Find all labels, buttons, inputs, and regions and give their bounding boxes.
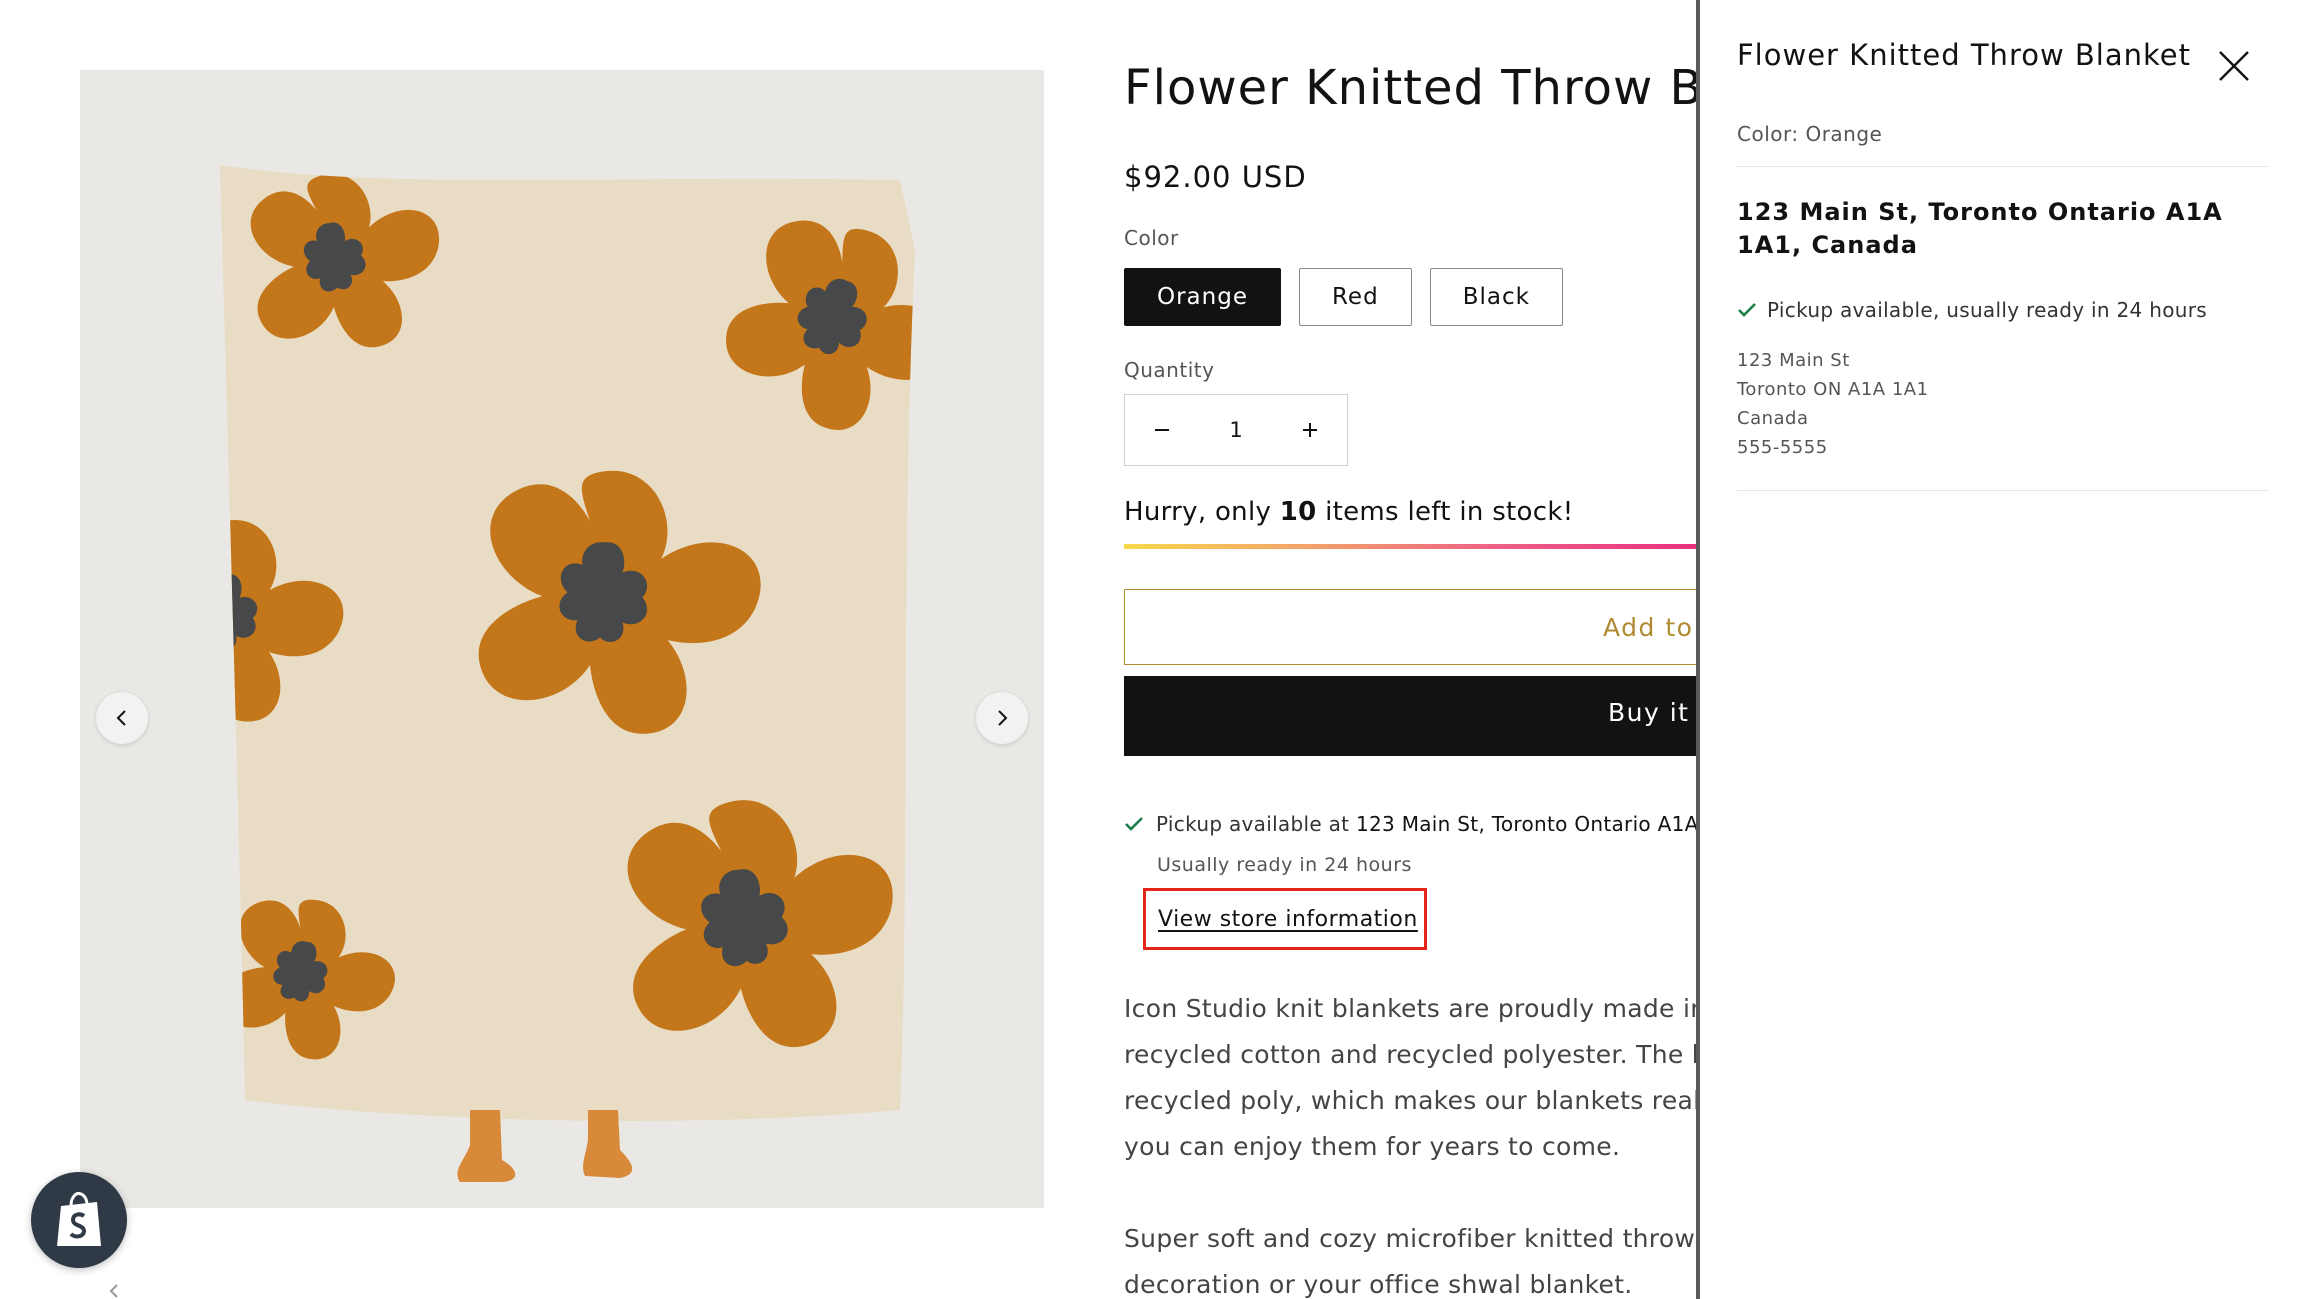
color-label: Color (1124, 226, 1179, 250)
minus-icon (1155, 429, 1169, 431)
description-line: you can enjoy them for years to come. (1124, 1132, 1621, 1161)
stock-progress-fill (1124, 544, 1698, 549)
address-line: 123 Main St (1737, 350, 1850, 371)
store-information-drawer: Flower Knitted Throw Blanket Color: Oran… (1700, 0, 2304, 1299)
quantity-increase-button[interactable] (1273, 395, 1347, 465)
description-line: Icon Studio knit blankets are proudly ma… (1124, 994, 1700, 1023)
previous-image-button[interactable] (96, 692, 148, 744)
quantity-decrease-button[interactable] (1125, 395, 1199, 465)
drawer-address-block: 123 Main St Toronto ON A1A 1A1 Canada 55… (1737, 346, 1929, 462)
view-store-information-link[interactable]: View store information (1158, 907, 1418, 932)
checkmark-icon (1125, 817, 1143, 831)
product-image-gallery (80, 70, 1044, 1208)
color-option-orange[interactable]: Orange (1124, 268, 1281, 326)
store-info-highlight: View store information (1143, 888, 1427, 950)
description-line: recycled poly, which makes our blankets … (1124, 1086, 1700, 1115)
description-spacer (1124, 1170, 1700, 1216)
phone-number: 555-5555 (1737, 437, 1828, 458)
pickup-availability: Pickup available at 123 Main St, Toronto… (1124, 812, 1700, 836)
stock-progress-bar (1124, 544, 1700, 549)
drawer-divider-line (1737, 490, 2269, 491)
product-page: Flower Knitted Throw Blanket $92.00 USD … (0, 0, 1700, 1299)
shopify-bag-icon (57, 1192, 101, 1246)
product-title: Flower Knitted Throw Blanket (1124, 60, 1700, 116)
product-price: $92.00 USD (1124, 160, 1307, 194)
shopify-chat-button[interactable] (31, 1172, 127, 1268)
drawer-pickup-text: Pickup available, usually ready in 24 ho… (1767, 298, 2207, 322)
quantity-label: Quantity (1124, 358, 1215, 382)
pickup-location: 123 Main St, Toronto Ontario A1A 1A1, Ca… (1355, 812, 1700, 836)
next-image-button[interactable] (976, 692, 1028, 744)
plus-icon (1303, 423, 1317, 437)
drawer-title: Flower Knitted Throw Blanket (1737, 38, 2191, 72)
stock-message: Hurry, only 10 items left in stock! (1124, 497, 1573, 527)
drawer-color: Color: Orange (1737, 122, 1883, 146)
chevron-right-icon (998, 710, 1008, 726)
checkmark-icon (1738, 303, 1756, 317)
close-icon[interactable] (2214, 46, 2254, 86)
chevron-left-icon (116, 710, 126, 726)
description-line: Super soft and cozy microfiber knitted t… (1124, 1224, 1696, 1253)
address-line: Toronto ON A1A 1A1 (1737, 379, 1929, 400)
drawer-pickup-status: Pickup available, usually ready in 24 ho… (1737, 298, 2207, 322)
pickup-ready-time: Usually ready in 24 hours (1157, 854, 1412, 876)
product-image (80, 70, 1044, 1208)
color-options: Orange Red Black (1124, 268, 1563, 326)
buy-now-button[interactable]: Buy it now (1124, 676, 1700, 756)
product-info: Flower Knitted Throw Blanket $92.00 USD … (1124, 60, 1700, 1299)
quantity-stepper (1124, 394, 1348, 466)
product-description: Icon Studio knit blankets are proudly ma… (1124, 986, 1700, 1299)
pickup-prefix: Pickup available at (1156, 812, 1356, 836)
stock-prefix: Hurry, only (1124, 497, 1280, 527)
chevron-left-icon[interactable] (104, 1280, 126, 1299)
quantity-input[interactable] (1199, 395, 1273, 465)
drawer-store-address: 123 Main St, Toronto Ontario A1A 1A1, Ca… (1737, 198, 2223, 259)
color-option-black[interactable]: Black (1429, 268, 1563, 326)
color-option-red[interactable]: Red (1298, 268, 1412, 326)
stock-suffix: items left in stock! (1316, 497, 1574, 527)
address-line: Canada (1737, 408, 1809, 429)
buy-now-label: Buy it now (1608, 698, 1700, 727)
add-to-cart-button[interactable]: Add to cart (1124, 589, 1700, 665)
description-line: decoration or your office shwal blanket. (1124, 1270, 1633, 1299)
drawer-divider-line (1737, 166, 2269, 167)
stock-count: 10 (1279, 497, 1317, 527)
add-to-cart-label: Add to cart (1603, 612, 1700, 642)
description-line: recycled cotton and recycled polyester. … (1124, 1040, 1700, 1069)
